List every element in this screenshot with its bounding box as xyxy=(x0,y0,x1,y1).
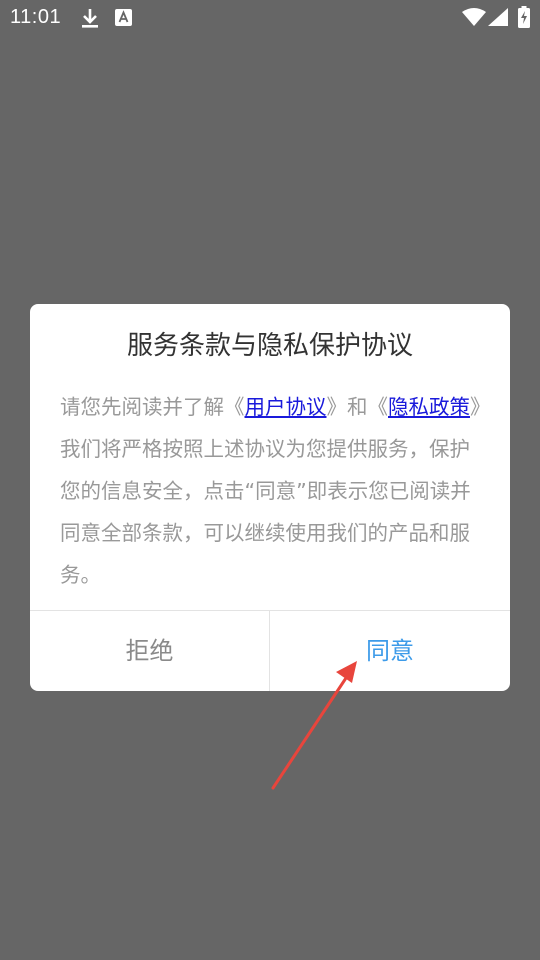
terms-dialog: 服务条款与隐私保护协议 请您先阅读并了解《用户协议》和《隐私政策》我们将严格按照… xyxy=(30,304,510,691)
agree-button[interactable]: 同意 xyxy=(270,611,510,691)
status-bar: 11:01 xyxy=(0,0,540,36)
reject-button[interactable]: 拒绝 xyxy=(30,611,269,691)
status-time: 11:01 xyxy=(10,6,62,28)
body-middle-text: 》和《 xyxy=(326,395,389,419)
battery-charging-icon xyxy=(518,6,530,32)
body-suffix-text: 》我们将严格按照上述协议为您提供服务，保护您的信息安全，点击“同意”即表示您已阅… xyxy=(60,395,481,587)
privacy-policy-link[interactable]: 隐私政策 xyxy=(388,395,470,419)
dialog-title: 服务条款与隐私保护协议 xyxy=(126,331,413,361)
signal-icon xyxy=(488,8,508,30)
dialog-body: 请您先阅读并了解《用户协议》和《隐私政策》我们将严格按照上述协议为您提供服务，保… xyxy=(60,386,482,596)
wifi-icon xyxy=(462,8,486,30)
screen: 11:01 服务条款与隐私保护协议 请您先阅读并了解《用户协议》和《隐私政策》我… xyxy=(0,0,540,960)
a-notification-icon xyxy=(115,9,132,30)
download-icon xyxy=(80,7,100,33)
user-agreement-link[interactable]: 用户协议 xyxy=(245,395,327,419)
body-prefix-text: 请您先阅读并了解《 xyxy=(60,395,245,419)
